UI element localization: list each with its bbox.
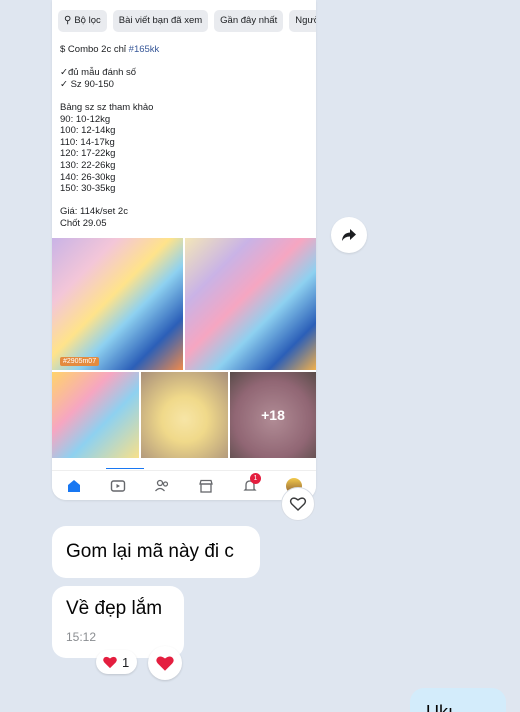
product-photo-2[interactable] bbox=[185, 238, 316, 370]
post-line bbox=[60, 90, 308, 102]
filter-chip-filter[interactable]: ⚲ Bộ lọc bbox=[58, 10, 107, 32]
post-line: 90: 10-12kg bbox=[60, 113, 111, 125]
post-line: 130: 22-26kg bbox=[60, 159, 116, 171]
product-photo-1[interactable]: #2905m07 bbox=[52, 238, 183, 370]
filter-chip-viewed[interactable]: Bài viết bạn đã xem bbox=[112, 10, 209, 32]
friends-icon bbox=[155, 479, 169, 491]
bottom-tab-bar: 1 bbox=[52, 470, 316, 500]
share-forward-button[interactable] bbox=[331, 217, 367, 253]
filter-chip-bar: ⚲ Bộ lọc Bài viết bạn đã xem Gần đây nhấ… bbox=[58, 10, 316, 34]
filter-chip-people[interactable]: Người đ bbox=[289, 10, 316, 32]
more-photos-overlay[interactable]: +18 bbox=[230, 372, 316, 458]
heart-icon bbox=[156, 656, 174, 671]
reaction-count: 1 bbox=[122, 654, 130, 670]
post-line bbox=[60, 56, 308, 68]
post-line: ✓đủ mẫu đánh số bbox=[60, 67, 137, 79]
post-line: 140: 26-30kg bbox=[60, 171, 116, 183]
video-icon bbox=[110, 479, 126, 492]
marketplace-icon bbox=[199, 479, 213, 493]
post-line: ✓ Sz 90-150 bbox=[60, 78, 114, 90]
notification-badge: 1 bbox=[250, 472, 261, 484]
filter-icon: ⚲ bbox=[64, 15, 72, 26]
tab-underline bbox=[106, 466, 144, 469]
post-line: 150: 30-35kg bbox=[60, 183, 116, 195]
post-text: $ Combo 2c chỉ #165kk ✓đủ mẫu đánh số ✓ … bbox=[60, 44, 308, 230]
message-bubble[interactable]: Gom lại mã này đi c bbox=[52, 526, 260, 578]
tab-friends[interactable] bbox=[150, 474, 174, 498]
post-line: Bảng sz sz tham khảo bbox=[60, 101, 154, 113]
add-reaction-button[interactable] bbox=[148, 646, 182, 680]
share-arrow-icon bbox=[342, 229, 356, 241]
message-text: Gom lại mã này đi c bbox=[66, 541, 234, 562]
photo-code-label: #2905m07 bbox=[60, 357, 100, 366]
home-icon bbox=[68, 479, 80, 492]
message-timestamp: 15:12 bbox=[66, 630, 97, 644]
heart-icon bbox=[103, 656, 117, 669]
product-photo-4[interactable] bbox=[141, 372, 228, 458]
heart-outline-icon bbox=[289, 497, 307, 511]
product-photo-3[interactable] bbox=[52, 372, 139, 458]
post-line bbox=[60, 195, 308, 207]
product-photo-5[interactable]: +18 bbox=[230, 372, 316, 458]
tab-marketplace[interactable] bbox=[194, 474, 218, 498]
tab-home[interactable] bbox=[62, 474, 86, 498]
message-text: Về đẹp lắm bbox=[66, 598, 163, 619]
reaction-summary[interactable]: 1 bbox=[96, 650, 138, 674]
shared-screenshot[interactable]: ⚲ Bộ lọc Bài viết bạn đã xem Gần đây nhấ… bbox=[52, 0, 316, 500]
hashtag-link[interactable]: #165kk bbox=[129, 44, 160, 55]
message-text: Ukı bbox=[426, 702, 453, 712]
sent-message-bubble[interactable]: Ukı bbox=[410, 688, 506, 712]
react-heart-button[interactable] bbox=[281, 487, 315, 521]
tab-video[interactable] bbox=[106, 474, 130, 498]
post-line: 110: 14-17kg bbox=[60, 136, 115, 148]
tab-notifications[interactable]: 1 bbox=[238, 472, 262, 498]
post-line: 100: 12-14kg bbox=[60, 125, 116, 137]
post-line: Chốt 29.05 bbox=[60, 217, 107, 229]
post-line: Giá: 114k/set 2c bbox=[60, 206, 128, 218]
post-line: $ Combo 2c chỉ #165kk bbox=[60, 44, 160, 55]
filter-chip-recent[interactable]: Gần đây nhất bbox=[214, 10, 284, 32]
post-line: 120: 17-22kg bbox=[60, 148, 116, 160]
